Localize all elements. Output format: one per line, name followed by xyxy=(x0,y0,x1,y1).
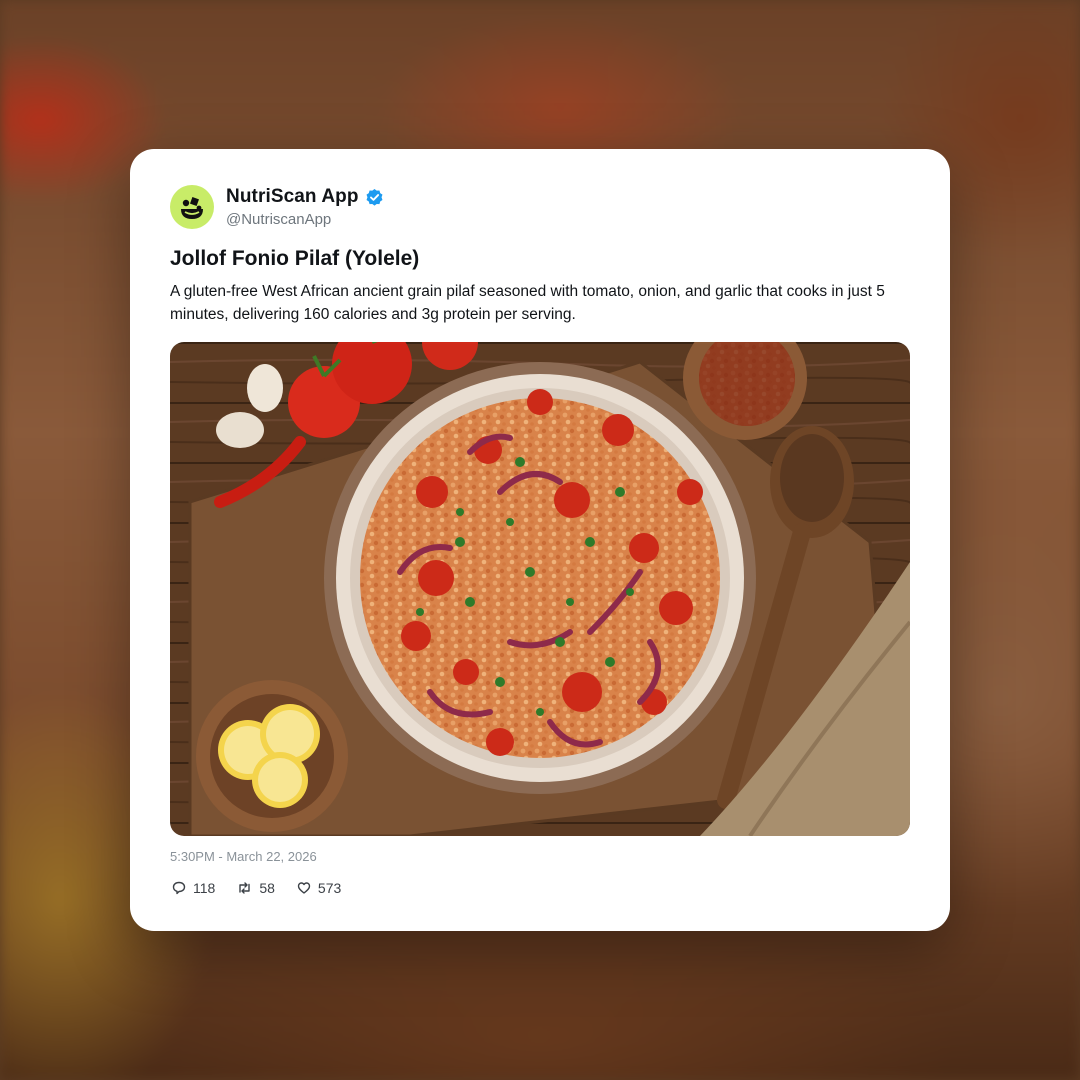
post-title: Jollof Fonio Pilaf (Yolele) xyxy=(170,247,420,270)
repost-icon xyxy=(239,882,251,894)
heart-icon xyxy=(297,882,311,894)
reply-button[interactable]: 118 xyxy=(172,880,215,896)
post-header: NutriScan App @NutriscanApp xyxy=(170,185,384,229)
post-description: A gluten-free West African ancient grain… xyxy=(170,283,885,323)
name-row: NutriScan App xyxy=(226,186,384,208)
account-names: NutriScan App @NutriscanApp xyxy=(226,186,384,228)
account-name[interactable]: NutriScan App xyxy=(226,186,359,208)
engagement-bar: 118 58 573 xyxy=(172,880,363,896)
nutriscan-logo-icon xyxy=(181,197,203,219)
comment-icon xyxy=(172,881,186,895)
account-handle[interactable]: @NutriscanApp xyxy=(226,211,384,228)
repost-button[interactable]: 58 xyxy=(237,880,275,896)
like-button[interactable]: 573 xyxy=(297,880,341,896)
like-count: 573 xyxy=(317,880,342,896)
post-card: NutriScan App @NutriscanApp Jollof Fonio… xyxy=(130,149,950,931)
food-photo[interactable] xyxy=(170,342,910,836)
avatar[interactable] xyxy=(170,185,214,229)
post-timestamp: 5:30PM - March 22, 2026 xyxy=(170,849,317,864)
verified-badge-icon xyxy=(365,188,384,207)
repost-count: 58 xyxy=(259,880,275,896)
reply-count: 118 xyxy=(193,880,216,896)
